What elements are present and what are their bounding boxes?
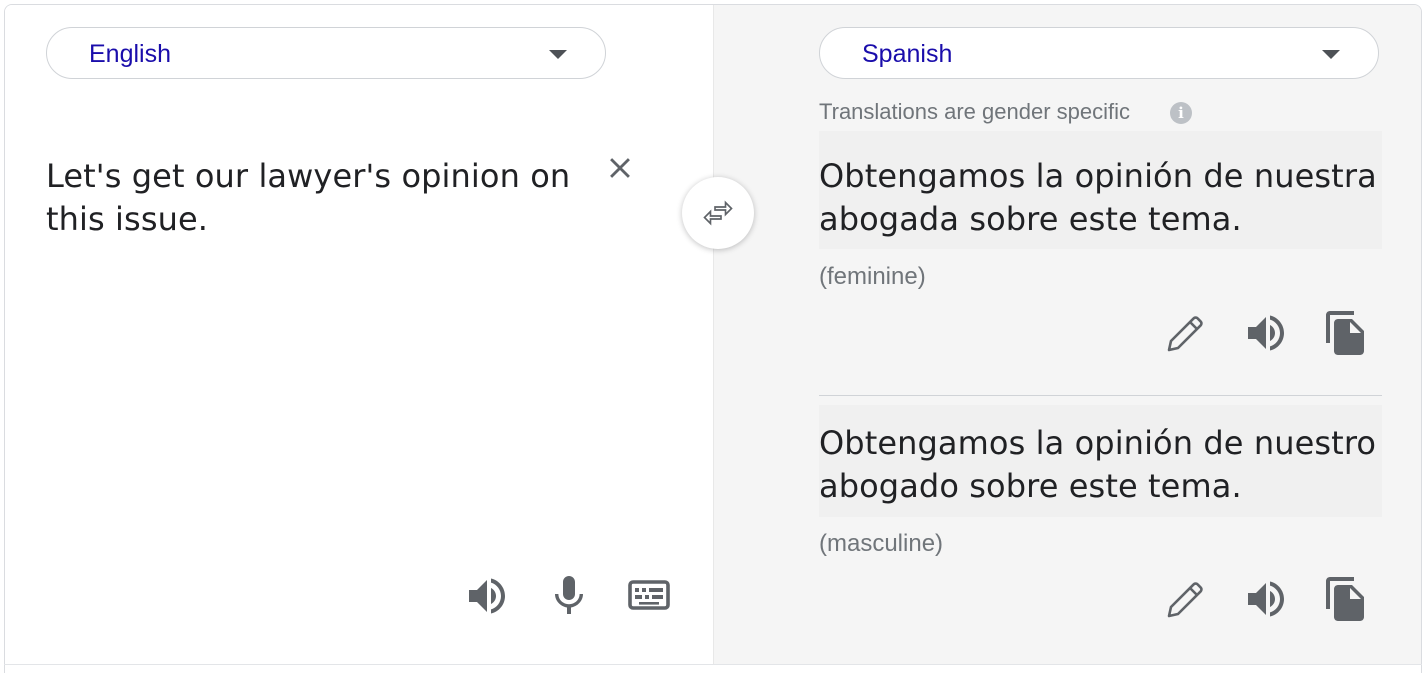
keyboard-icon: [628, 580, 670, 610]
info-icon[interactable]: i: [1170, 102, 1192, 124]
gender-label-masculine: (masculine): [819, 530, 944, 557]
source-language-label: English: [89, 40, 171, 68]
translation-card-masculine: Obtengamos la opinión de nuestro abogado…: [819, 405, 1382, 517]
clear-text-button[interactable]: [603, 151, 637, 185]
edit-translation-button[interactable]: [1162, 575, 1210, 623]
copy-icon: [1326, 311, 1364, 355]
translation-text: Obtengamos la opinión de nuestro abogado…: [819, 424, 1377, 505]
target-language-label: Spanish: [862, 40, 953, 68]
listen-translation-button[interactable]: [1242, 309, 1290, 357]
close-icon: [610, 158, 630, 178]
target-pane: Spanish Translations are gender specific…: [713, 5, 1421, 665]
edit-translation-button[interactable]: [1162, 309, 1210, 357]
speaker-icon: [1248, 581, 1284, 617]
card-bottom-border: [4, 664, 1422, 665]
gender-specific-note: Translations are gender specific: [819, 99, 1131, 124]
speaker-icon: [1248, 315, 1284, 351]
gender-label-feminine: (feminine): [819, 263, 926, 290]
translation-card-feminine: Obtengamos la opinión de nuestra abogada…: [819, 131, 1382, 249]
target-language-select[interactable]: Spanish: [819, 27, 1379, 79]
voice-input-button[interactable]: [545, 572, 593, 620]
copy-translation-button[interactable]: [1322, 309, 1370, 357]
speaker-icon: [469, 578, 505, 614]
chevron-down-icon: [549, 50, 567, 59]
copy-translation-button[interactable]: [1322, 575, 1370, 623]
pencil-icon: [1167, 582, 1203, 618]
swap-icon: [703, 200, 733, 226]
copy-icon: [1326, 577, 1364, 621]
translation-divider: [819, 395, 1382, 396]
source-language-select[interactable]: English: [46, 27, 606, 79]
pencil-icon: [1167, 316, 1203, 352]
source-pane: English Let's get our lawyer's opinion o…: [5, 5, 713, 665]
source-text-input[interactable]: Let's get our lawyer's opinion on this i…: [46, 155, 586, 241]
translation-text: Obtengamos la opinión de nuestra abogada…: [819, 157, 1377, 238]
translate-widget: English Let's get our lawyer's opinion o…: [4, 4, 1422, 673]
source-listen-button[interactable]: [463, 572, 511, 620]
chevron-down-icon: [1322, 50, 1340, 59]
keyboard-button[interactable]: [625, 572, 673, 620]
listen-translation-button[interactable]: [1242, 575, 1290, 623]
swap-languages-button[interactable]: [682, 177, 754, 249]
microphone-icon: [555, 576, 583, 614]
